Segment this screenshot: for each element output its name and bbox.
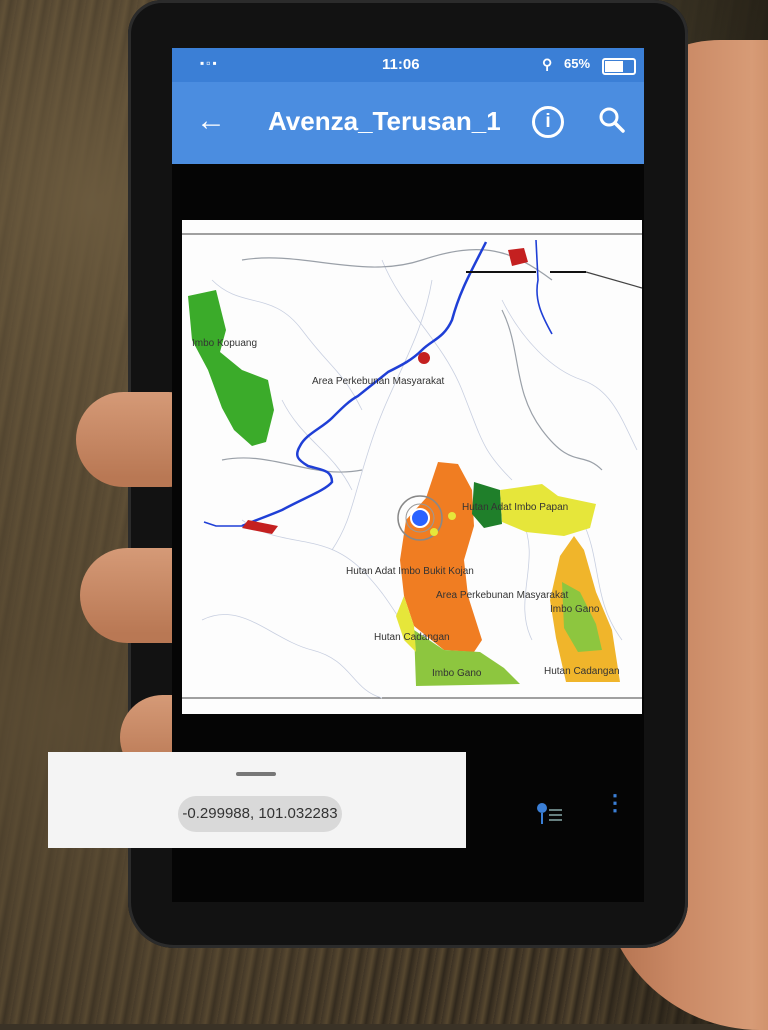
info-icon[interactable]: i: [532, 106, 564, 138]
drag-handle[interactable]: [236, 772, 276, 776]
current-location-icon: [410, 508, 430, 528]
map-view[interactable]: Imbo Kopuang Area Perkebunan Masyarakat …: [182, 220, 642, 714]
more-options-icon[interactable]: ⋮: [604, 792, 626, 814]
notification-icons: ▪▫▪: [200, 56, 219, 70]
status-time: 11:06: [382, 56, 420, 73]
location-icon: ⚲: [542, 56, 553, 72]
pin-list-icon[interactable]: [534, 800, 564, 835]
label-imbo-kopuang: Imbo Kopuang: [192, 338, 257, 349]
battery-level: 65%: [564, 56, 591, 71]
label-hutan-adat-bukit-kojan: Hutan Adat Imbo Bukit Kojan: [346, 566, 474, 577]
back-arrow-icon[interactable]: ←: [196, 106, 226, 136]
label-area-perkebunan: Area Perkebunan Masyarakat: [436, 590, 569, 601]
battery-icon: [602, 58, 636, 75]
map-title: Avenza_Terusan_1: [268, 106, 501, 136]
label-imbo-gano: Imbo Gano: [550, 604, 600, 615]
label-hutan-adat-imbo-papan: Hutan Adat Imbo Papan: [462, 502, 568, 513]
search-icon[interactable]: [598, 106, 626, 139]
app-bar: ← Avenza_Terusan_1 i: [172, 82, 644, 164]
status-bar: ▪▫▪ 11:06 ⚲ 65%: [172, 48, 644, 82]
coordinate-readout[interactable]: -0.299988, 101.032283: [178, 796, 342, 832]
label-imbo-gano: Imbo Gano: [432, 668, 482, 679]
bottom-toolbar: -0.299988, 101.032283 ⋮: [48, 752, 626, 848]
label-area-perkebunan: Area Perkebunan Masyarakat: [312, 376, 445, 387]
label-hutan-cadangan: Hutan Cadangan: [374, 632, 450, 643]
label-hutan-cadangan: Hutan Cadangan: [544, 666, 620, 677]
